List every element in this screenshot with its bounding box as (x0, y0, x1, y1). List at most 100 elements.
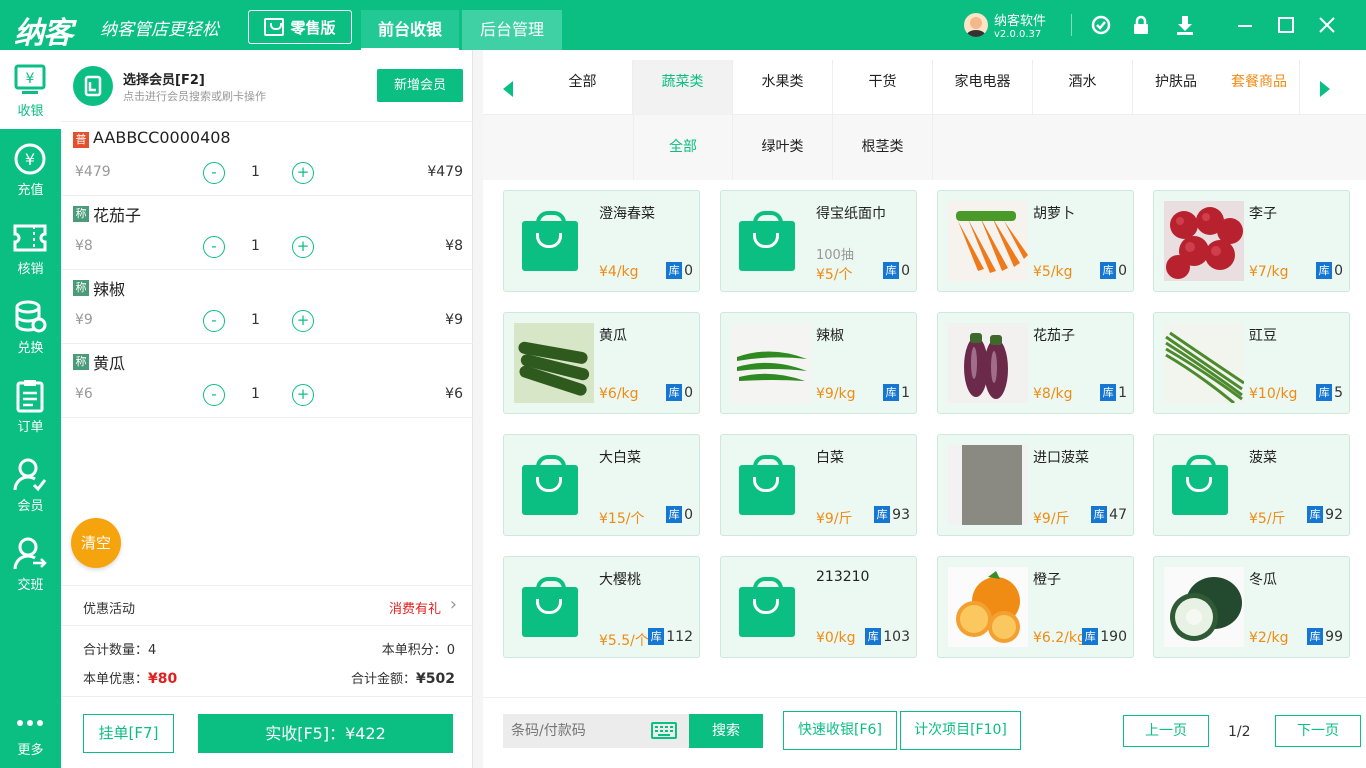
product-price: ¥5.5/个 (599, 633, 649, 649)
stock-badge: 库 (648, 628, 665, 645)
product-card[interactable]: 辣椒 ¥9/kg 库 1 (720, 312, 917, 414)
category-prev-arrow[interactable] (483, 60, 533, 115)
clear-cart-button[interactable]: 清空 (71, 518, 121, 568)
product-card[interactable]: 花茄子 ¥8/kg 库 1 (937, 312, 1134, 414)
subcategory-tab[interactable]: 全部 (633, 115, 733, 180)
cart-item-qty[interactable]: 1 (251, 312, 260, 328)
add-member-button[interactable]: 新增会员 (377, 69, 463, 102)
maximize-icon[interactable] (1273, 12, 1299, 38)
member-select[interactable]: 选择会员[F2] 点击进行会员搜索或刷卡操作 新增会员 (61, 50, 473, 122)
package-goods-tab[interactable]: 套餐商品 (1219, 60, 1299, 115)
stock-count: 1 (1118, 385, 1127, 401)
cart-item[interactable]: 称 花茄子 ¥8 - 1 + ¥8 (61, 196, 473, 270)
increase-qty-button[interactable]: + (292, 310, 314, 332)
support-icon[interactable] (1090, 14, 1112, 36)
minimize-icon[interactable] (1232, 12, 1258, 38)
cart-item[interactable]: 普 AABBCC0000408 ¥479 - 1 + ¥479 (61, 122, 473, 196)
download-icon[interactable] (1174, 14, 1196, 36)
stock-badge: 库 (883, 384, 900, 401)
cart-item-name: 花茄子 (93, 206, 142, 225)
sidebar-item-members[interactable]: 会员 (0, 445, 61, 524)
increase-qty-button[interactable]: + (292, 236, 314, 258)
sidebar-item-orders[interactable]: 订单 (0, 366, 61, 445)
category-tab[interactable]: 护肤品 (1133, 60, 1219, 115)
product-card[interactable]: 213210 ¥0/kg 库 103 (720, 556, 917, 658)
promotion-row[interactable]: 优惠活动 消费有礼 › (61, 585, 473, 626)
cart-item-qty[interactable]: 1 (251, 164, 260, 180)
retail-edition-button[interactable]: 零售版 (248, 10, 352, 44)
tab-front-cashier[interactable]: 前台收银 (361, 10, 459, 50)
product-card[interactable]: 白菜 ¥9/斤 库 93 (720, 434, 917, 536)
subcategory-tab[interactable]: 绿叶类 (733, 115, 833, 180)
sidebar-item-shift[interactable]: 交班 (0, 524, 61, 603)
user-name[interactable]: 纳客软件 (994, 10, 1046, 29)
chevron-right-icon[interactable]: › (450, 594, 457, 615)
increase-qty-button[interactable]: + (292, 384, 314, 406)
sidebar-item-cashier[interactable]: ¥ 收银 (0, 50, 61, 129)
quick-checkout-button[interactable]: 快速收银[F6] (783, 711, 897, 750)
product-stock: 库1 (883, 384, 910, 401)
product-card[interactable]: 得宝纸面巾 100抽 ¥5/个 库 0 (720, 190, 917, 292)
search-button[interactable]: 搜索 (689, 714, 763, 748)
checkout-button[interactable]: 实收[F5]：¥422 (198, 714, 453, 753)
stock-badge: 库 (874, 506, 891, 523)
sidebar-item-exchange[interactable]: 兑换 (0, 287, 61, 366)
shopping-bag-icon (510, 445, 590, 525)
product-card[interactable]: 橙子 ¥6.2/kg 库 190 (937, 556, 1134, 658)
product-card[interactable]: 进口菠菜 ¥9/斤 库 47 (937, 434, 1134, 536)
cart-item[interactable]: 称 辣椒 ¥9 - 1 + ¥9 (61, 270, 473, 344)
coins-icon (12, 299, 48, 335)
decrease-qty-button[interactable]: - (203, 310, 225, 332)
avatar[interactable] (964, 13, 988, 37)
next-page-button[interactable]: 下一页 (1275, 715, 1361, 747)
sidebar-item-recharge[interactable]: ¥ 充值 (0, 129, 61, 208)
keyboard-icon[interactable] (651, 722, 677, 739)
product-card[interactable]: 胡萝卜 ¥5/kg 库 0 (937, 190, 1134, 292)
product-card[interactable]: 澄海春菜 ¥4/kg 库 0 (503, 190, 700, 292)
product-stock: 库 92 (1307, 506, 1343, 523)
product-name: 得宝纸面巾 (816, 206, 886, 222)
sidebar-item-verify[interactable]: 核销 (0, 208, 61, 287)
decrease-qty-button[interactable]: - (203, 162, 225, 184)
cart-item[interactable]: 称 黄瓜 ¥6 - 1 + ¥6 (61, 344, 473, 418)
decrease-qty-button[interactable]: - (203, 384, 225, 406)
product-card[interactable]: 李子 ¥7/kg 库 0 (1153, 190, 1350, 292)
category-next-arrow[interactable] (1299, 60, 1349, 115)
hold-order-button[interactable]: 挂单[F7] (83, 714, 174, 753)
increase-qty-button[interactable]: + (292, 162, 314, 184)
app-slogan: 纳客管店更轻松 (100, 20, 219, 40)
stock-count: 1 (901, 385, 910, 401)
count-item-button[interactable]: 计次项目[F10] (900, 711, 1021, 750)
promotion-value[interactable]: 消费有礼 (389, 598, 441, 617)
product-card[interactable]: 大白菜 ¥15/个 库 0 (503, 434, 700, 536)
product-image (1160, 323, 1245, 405)
product-card[interactable]: 豇豆 ¥10/kg 库 5 (1153, 312, 1350, 414)
tab-back-management[interactable]: 后台管理 (462, 10, 562, 50)
decrease-qty-button[interactable]: - (203, 236, 225, 258)
product-card[interactable]: 冬瓜 ¥2/kg 库 99 (1153, 556, 1350, 658)
category-tab[interactable]: 水果类 (733, 60, 833, 115)
product-price: ¥8/kg (1033, 386, 1073, 402)
product-card[interactable]: 大樱桃 ¥5.5/个库 112 (503, 556, 700, 658)
product-card[interactable]: 菠菜 ¥5/斤 库 92 (1153, 434, 1350, 536)
category-tab[interactable]: 干货 (833, 60, 933, 115)
lock-icon[interactable] (1130, 14, 1152, 36)
product-card[interactable]: 黄瓜 ¥6/kg 库 0 (503, 312, 700, 414)
cart-item-qty[interactable]: 1 (251, 386, 260, 402)
category-tab[interactable]: 全部 (533, 60, 633, 115)
stock-count: 0 (684, 263, 693, 279)
subcategory-tab[interactable]: 根茎类 (833, 115, 933, 180)
app-version: v2.0.0.37 (994, 29, 1042, 40)
category-tab[interactable]: 酒水 (1033, 60, 1133, 115)
stock-badge: 库 (1100, 384, 1117, 401)
cart-item-name: 辣椒 (93, 280, 126, 299)
category-tab[interactable]: 蔬菜类 (633, 60, 733, 115)
prev-page-button[interactable]: 上一页 (1123, 715, 1209, 747)
app-logo: 纳客 (14, 16, 73, 51)
close-icon[interactable] (1314, 12, 1340, 38)
sidebar-item-more[interactable]: 更多 (0, 689, 61, 768)
category-tab[interactable]: 家电电器 (933, 60, 1033, 115)
product-stock: 库 103 (865, 628, 910, 645)
cart-item-qty[interactable]: 1 (251, 238, 260, 254)
item-type-tag: 称 (73, 206, 89, 222)
